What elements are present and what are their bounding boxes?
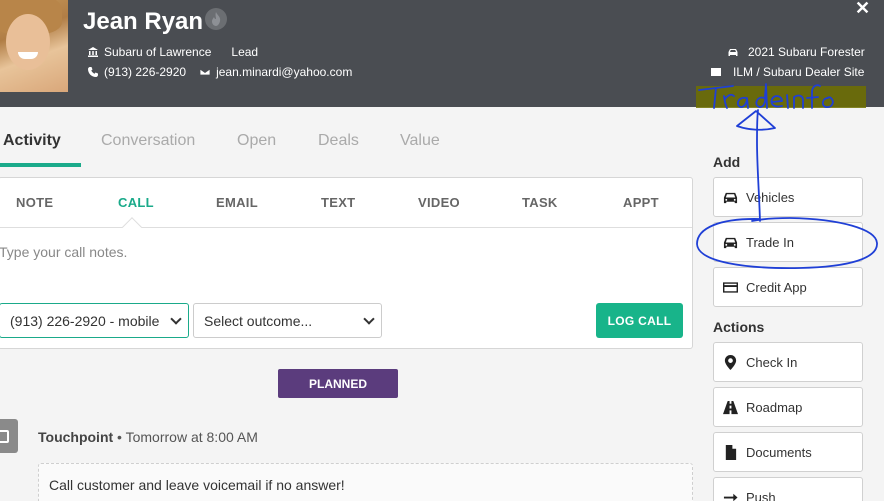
flame-icon xyxy=(205,8,227,30)
tab-conversation[interactable]: Conversation xyxy=(101,132,195,150)
phone-select-value: (913) 226-2920 - mobile xyxy=(10,312,160,329)
contact-row: (913) 226-2920 jean.minardi@yahoo.com xyxy=(88,65,352,79)
car-icon xyxy=(728,49,738,56)
documents-button[interactable]: Documents xyxy=(713,432,863,472)
envelope-icon xyxy=(200,68,211,76)
lead-status: Lead xyxy=(231,45,259,59)
active-tab-indicator xyxy=(0,163,81,167)
vehicle-row: 2021 Subaru Forester xyxy=(728,45,865,59)
touchpoint-time: Tomorrow at 8:00 AM xyxy=(125,429,258,445)
lead-source: ILM / Subaru Dealer Site xyxy=(733,65,865,79)
tab-open[interactable]: Open xyxy=(237,132,276,150)
subtab-call[interactable]: CALL xyxy=(118,195,154,210)
dealership-row: Subaru of Lawrence Lead xyxy=(88,45,258,59)
phone-select[interactable]: (913) 226-2920 - mobile xyxy=(0,303,189,338)
list-icon xyxy=(711,68,721,76)
highlight-mark xyxy=(696,86,866,108)
dealership-name: Subaru of Lawrence xyxy=(104,45,212,59)
add-trade-in-button[interactable]: Trade In xyxy=(713,222,863,262)
add-trade-in-label: Trade In xyxy=(746,234,794,250)
activity-type-tabs: NOTE CALL EMAIL TEXT VIDEO TASK APPT xyxy=(0,178,692,237)
document-icon xyxy=(725,444,737,460)
road-icon xyxy=(723,400,738,414)
bank-icon xyxy=(88,47,98,57)
email-address[interactable]: jean.minardi@yahoo.com xyxy=(216,65,352,79)
touchpoint-note: Call customer and leave voicemail if no … xyxy=(38,463,693,501)
phone-number[interactable]: (913) 226-2920 xyxy=(104,65,186,79)
subtab-email[interactable]: EMAIL xyxy=(216,195,258,210)
active-subtab-caret xyxy=(122,217,142,237)
roadmap-label: Roadmap xyxy=(746,399,803,415)
documents-label: Documents xyxy=(746,444,812,460)
touchpoint-title: Touchpoint xyxy=(38,429,114,445)
actions-heading: Actions xyxy=(713,319,765,335)
avatar xyxy=(0,0,68,92)
planned-button[interactable]: PLANNED xyxy=(278,369,398,398)
tab-value[interactable]: Value xyxy=(400,132,440,150)
car-icon xyxy=(723,192,738,203)
roadmap-button[interactable]: Roadmap xyxy=(713,387,863,427)
subtab-video[interactable]: VIDEO xyxy=(418,195,460,210)
call-notes-input[interactable]: Type your call notes. xyxy=(0,244,127,260)
tab-deals[interactable]: Deals xyxy=(318,132,359,150)
checkbox-icon[interactable] xyxy=(0,419,18,453)
credit-card-icon xyxy=(723,281,738,293)
subtab-note[interactable]: NOTE xyxy=(16,195,53,210)
touchpoint-header: Touchpoint • Tomorrow at 8:00 AM xyxy=(38,429,258,445)
map-pin-icon xyxy=(724,354,737,370)
car-icon xyxy=(723,237,738,248)
push-button[interactable]: Push xyxy=(713,477,863,501)
outcome-select[interactable]: Select outcome... xyxy=(193,303,382,338)
phone-icon xyxy=(88,67,98,77)
touchpoint-note-text: Call customer and leave voicemail if no … xyxy=(49,477,345,493)
add-credit-app-label: Credit App xyxy=(746,279,807,295)
subtab-task[interactable]: TASK xyxy=(522,195,558,210)
add-vehicles-button[interactable]: Vehicles xyxy=(713,177,863,217)
outcome-select-value: Select outcome... xyxy=(204,312,313,329)
log-call-button[interactable]: LOG CALL xyxy=(596,303,683,338)
chevron-down-icon xyxy=(170,313,182,325)
add-heading: Add xyxy=(713,154,741,170)
source-row: ILM / Subaru Dealer Site xyxy=(711,65,864,79)
check-in-label: Check In xyxy=(746,354,798,370)
push-label: Push xyxy=(746,489,776,501)
activity-composer: NOTE CALL EMAIL TEXT VIDEO TASK APPT Typ… xyxy=(0,177,693,349)
add-credit-app-button[interactable]: Credit App xyxy=(713,267,863,307)
add-vehicles-label: Vehicles xyxy=(746,189,795,205)
contact-name: Jean Ryan xyxy=(83,8,204,35)
chevron-down-icon xyxy=(363,313,375,325)
tab-activity[interactable]: Activity xyxy=(3,132,61,150)
subtab-appt[interactable]: APPT xyxy=(623,195,659,210)
arrow-right-icon xyxy=(723,493,738,501)
close-icon[interactable]: ✕ xyxy=(855,0,870,19)
subtab-text[interactable]: TEXT xyxy=(321,195,355,210)
touchpoint-separator: • xyxy=(113,429,126,445)
check-in-button[interactable]: Check In xyxy=(713,342,863,382)
vehicle-of-interest[interactable]: 2021 Subaru Forester xyxy=(748,45,865,59)
